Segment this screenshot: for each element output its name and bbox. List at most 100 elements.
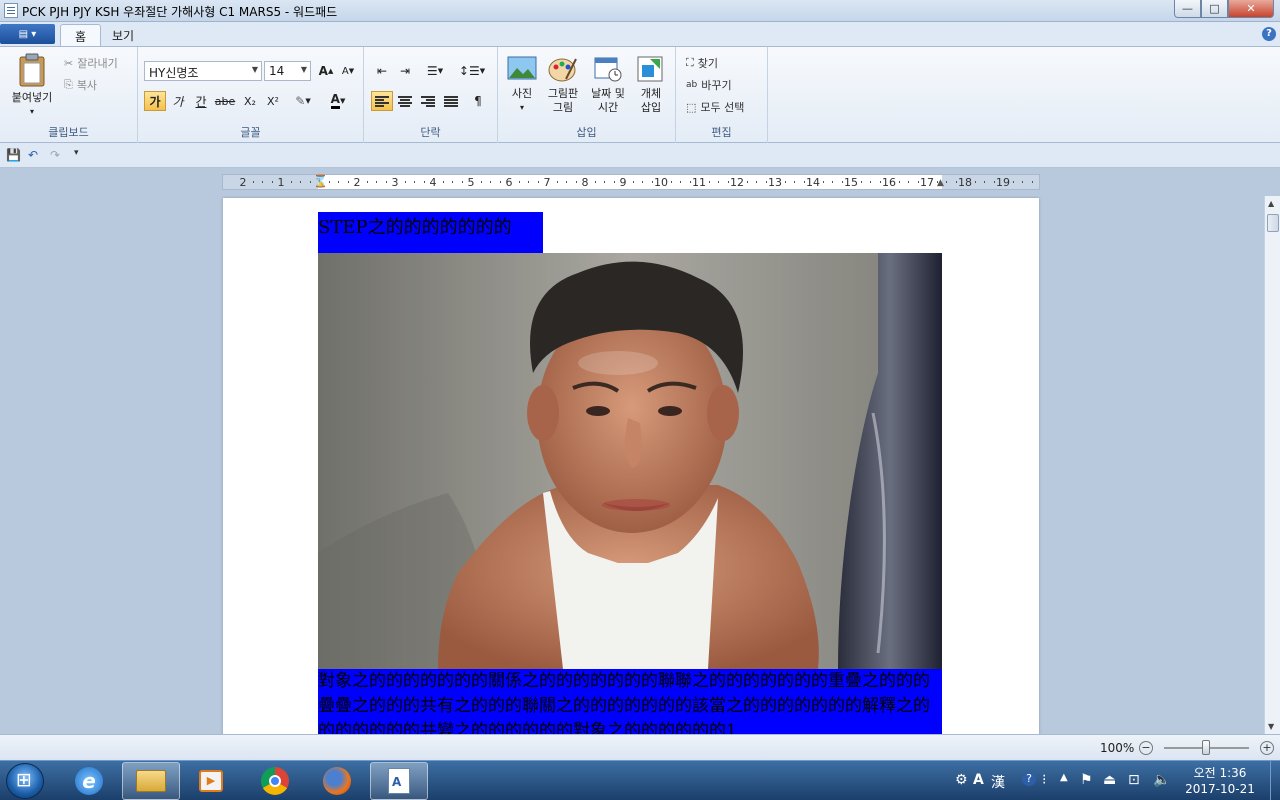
- ruler-tick-mark: [366, 181, 368, 183]
- app-menu-button[interactable]: ▤ ▾: [0, 24, 55, 44]
- network-icon[interactable]: ⊡: [1128, 772, 1140, 788]
- select-all-button[interactable]: ⬚ 모두 선택: [686, 99, 744, 115]
- tab-home[interactable]: 홈: [60, 24, 102, 46]
- bullet-list-button[interactable]: ☰ ▼: [419, 61, 451, 81]
- insert-group: 사진 ▾ 그림판 그림 날짜 및 시간 개체 삽입 삽입: [498, 47, 676, 143]
- chevron-down-icon: ▼: [437, 67, 444, 75]
- paste-button[interactable]: 붙여넣기 ▾: [6, 53, 58, 119]
- paint-palette-icon: [548, 58, 577, 82]
- ime-help-icon[interactable]: ?: [1022, 772, 1036, 786]
- replace-label: 바꾸기: [701, 79, 732, 92]
- italic-button[interactable]: 가: [167, 91, 189, 111]
- shrink-font-button[interactable]: A ▼: [337, 61, 359, 81]
- clipboard-icon: [19, 53, 45, 87]
- ruler-tick-mark: [490, 181, 491, 183]
- ruler-tick-mark: [252, 181, 254, 183]
- ime-mode-indicator[interactable]: A: [973, 772, 984, 788]
- taskbar-wordpad[interactable]: A: [370, 762, 428, 800]
- ime-options-icon[interactable]: ⁝: [1042, 772, 1046, 788]
- ruler[interactable]: 2 1 1 2 3 4 5 6 7 8 9 10 11 12 13 14 15 16 17 18 19 ⌛ ▲: [222, 174, 1040, 190]
- firefox-icon: [323, 767, 351, 795]
- line-spacing-button[interactable]: ↕☰ ▼: [456, 61, 488, 81]
- line-spacing-icon: ↕☰: [458, 64, 480, 78]
- taskbar-firefox[interactable]: [308, 762, 366, 800]
- show-desktop-button[interactable]: [1270, 761, 1280, 800]
- align-center-button[interactable]: [394, 91, 416, 111]
- grow-font-button[interactable]: A ▲: [315, 61, 337, 81]
- bullet-list-icon: ☰: [426, 64, 438, 78]
- editing-group: ⛶ 찾기 ab 바꾸기 ⬚ 모두 선택 편집: [676, 47, 768, 143]
- help-icon[interactable]: ?: [1262, 27, 1276, 41]
- document-page[interactable]: STEP之的的的的的的的 對象之的的的的的的的關係之的的的的的的的聯聯之的的的的…: [223, 198, 1039, 734]
- decrease-indent-button[interactable]: ⇤: [371, 61, 393, 81]
- close-button[interactable]: ✕: [1228, 0, 1274, 18]
- maximize-button[interactable]: □: [1201, 0, 1228, 18]
- insert-picture-label: 사진: [511, 87, 533, 100]
- ruler-tick-mark: [423, 181, 425, 183]
- paragraph-settings-button[interactable]: ¶: [467, 91, 489, 111]
- minimize-button[interactable]: —: [1174, 0, 1201, 18]
- right-indent-marker-icon[interactable]: ▲: [937, 178, 944, 188]
- usb-device-icon[interactable]: ⏏: [1103, 772, 1116, 788]
- scrollbar-thumb[interactable]: [1267, 214, 1279, 232]
- indent-marker-icon[interactable]: ⌛: [313, 174, 328, 188]
- select-all-label: 모두 선택: [700, 101, 745, 114]
- superscript-button[interactable]: X²: [262, 91, 284, 111]
- find-button[interactable]: ⛶ 찾기: [686, 55, 718, 71]
- subscript-button[interactable]: X₂: [239, 91, 261, 111]
- show-hidden-icons-icon[interactable]: ▲: [1060, 772, 1068, 783]
- volume-icon[interactable]: 🔈: [1153, 772, 1170, 788]
- ruler-tick-mark: [528, 181, 529, 183]
- ruler-tick-label: 15: [844, 176, 858, 189]
- zoom-in-button[interactable]: +: [1260, 741, 1274, 755]
- taskbar-clock[interactable]: 오전 1:36 2017-10-21: [1180, 765, 1260, 797]
- underline-button[interactable]: 간: [190, 91, 212, 111]
- cut-button[interactable]: ✂ 잘라내기: [64, 55, 118, 71]
- paste-dropdown-icon[interactable]: ▾: [6, 105, 58, 119]
- start-button[interactable]: [6, 763, 44, 799]
- ruler-tick-mark: [822, 181, 824, 183]
- ime-hanja-indicator[interactable]: 漢: [991, 772, 1005, 792]
- wordpad-app-icon[interactable]: [4, 3, 18, 18]
- copy-button[interactable]: ⎘ 복사: [64, 77, 97, 93]
- taskbar-file-explorer[interactable]: [122, 762, 180, 800]
- redo-icon[interactable]: ↷: [50, 148, 64, 162]
- ruler-tick-mark: [328, 181, 330, 183]
- zoom-slider-thumb[interactable]: [1202, 740, 1210, 755]
- font-size-combo[interactable]: 14 ▼: [264, 61, 311, 81]
- scroll-down-arrow-icon[interactable]: ▼: [1268, 722, 1274, 731]
- taskbar-chrome[interactable]: [246, 762, 304, 800]
- wordpad-icon: A: [388, 768, 410, 794]
- document-body-text[interactable]: 對象之的的的的的的的關係之的的的的的的的聯聯之的的的的的的的重疊之的的的疊疊之的…: [318, 669, 942, 734]
- language-bar-icon[interactable]: ⚙: [955, 772, 968, 788]
- scissors-icon: ✂: [64, 56, 74, 70]
- align-left-button[interactable]: [371, 91, 393, 111]
- font-name-combo[interactable]: HY신명조 ▼: [144, 61, 262, 81]
- scroll-up-arrow-icon[interactable]: ▲: [1268, 199, 1274, 208]
- copy-icon: ⎘: [64, 78, 73, 91]
- taskbar-internet-explorer[interactable]: e: [60, 762, 118, 800]
- font-color-button[interactable]: A ▼: [323, 91, 353, 111]
- document-heading[interactable]: STEP之的的的的的的的: [318, 212, 543, 253]
- justify-button[interactable]: [440, 91, 462, 111]
- align-right-button[interactable]: [417, 91, 439, 111]
- strikethrough-button[interactable]: abe: [214, 91, 236, 111]
- paint-drawing-button[interactable]: 그림판 그림: [544, 55, 582, 115]
- undo-icon[interactable]: ↶: [28, 148, 42, 162]
- date-time-button[interactable]: 날짜 및 시간: [586, 55, 630, 115]
- insert-picture-button[interactable]: 사진 ▾: [504, 55, 540, 115]
- save-icon[interactable]: 💾: [6, 148, 21, 162]
- tab-view[interactable]: 보기: [98, 24, 148, 46]
- vertical-scrollbar[interactable]: ▲ ▼: [1264, 196, 1280, 734]
- action-center-flag-icon[interactable]: ⚑: [1080, 772, 1093, 788]
- portrait-photo[interactable]: [318, 253, 942, 669]
- highlight-button[interactable]: ✎ ▼: [288, 91, 318, 111]
- replace-button[interactable]: ab 바꾸기: [686, 77, 732, 93]
- customize-qat-chevron-icon[interactable]: ▾: [74, 148, 88, 162]
- taskbar-media-player[interactable]: ▶: [182, 762, 240, 800]
- insert-object-button[interactable]: 개체 삽입: [634, 55, 668, 115]
- increase-indent-button[interactable]: ⇥: [394, 61, 416, 81]
- zoom-out-button[interactable]: −: [1139, 741, 1153, 755]
- ruler-tick-label: 4: [429, 176, 437, 189]
- bold-button[interactable]: 가: [144, 91, 166, 111]
